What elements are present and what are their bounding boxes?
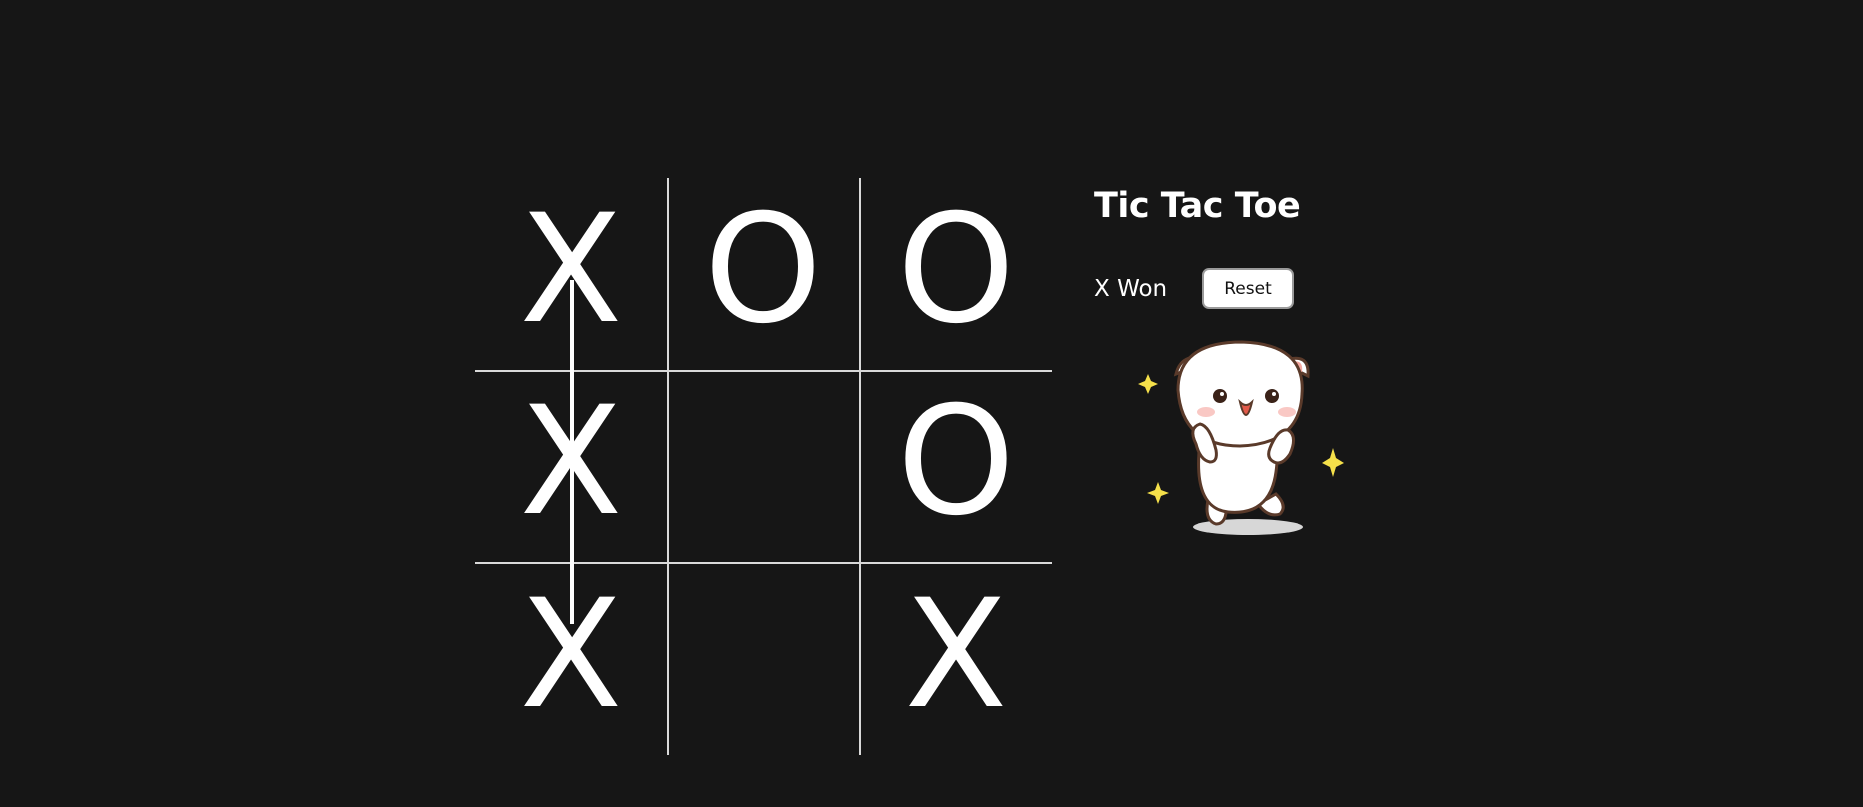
cell-mark: X: [904, 568, 1008, 742]
board-cell-7[interactable]: [667, 563, 859, 755]
winning-line: [570, 280, 574, 624]
side-panel: Tic Tac Toe X Won Reset: [1094, 186, 1434, 309]
status-row: X Won Reset: [1094, 268, 1354, 312]
cell-mark: O: [896, 375, 1016, 549]
celebrating-cat-icon: [1138, 340, 1344, 535]
game-board: X O O X O X X: [475, 178, 1052, 755]
game-status: X Won: [1094, 276, 1168, 302]
cell-mark: O: [896, 183, 1016, 357]
board-cell-5[interactable]: O: [860, 370, 1052, 562]
board-cell-4[interactable]: [667, 370, 859, 562]
board-cell-2[interactable]: O: [860, 178, 1052, 370]
grid-line-vertical: [667, 178, 669, 755]
board-cell-8[interactable]: X: [860, 563, 1052, 755]
cell-mark: O: [703, 183, 823, 357]
grid-line-horizontal: [475, 562, 1052, 564]
reset-button[interactable]: Reset: [1202, 268, 1294, 309]
game-title: Tic Tac Toe: [1094, 186, 1301, 226]
game-page: X O O X O X X Tic Tac Toe X Won Reset: [0, 0, 1863, 807]
board-cell-1[interactable]: O: [667, 178, 859, 370]
grid-line-vertical: [859, 178, 861, 755]
grid-line-horizontal: [475, 370, 1052, 372]
